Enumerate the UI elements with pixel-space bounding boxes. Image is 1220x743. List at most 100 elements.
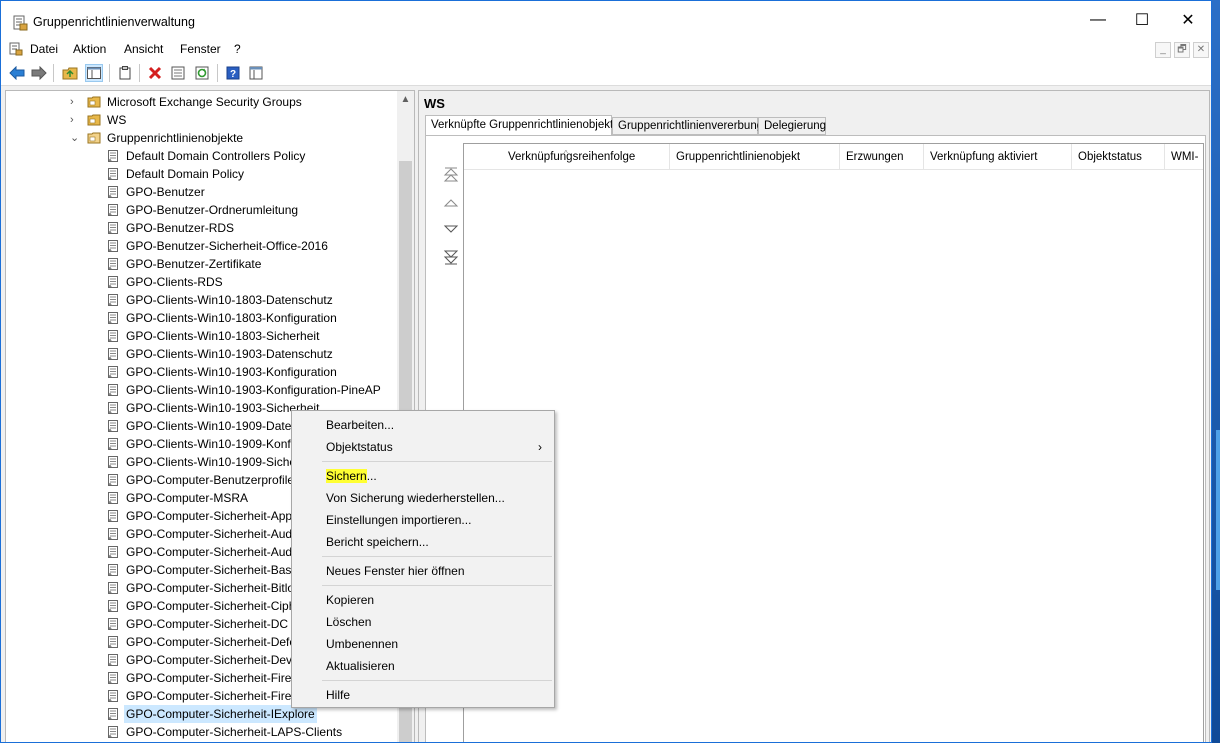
show-hide-tree-button[interactable]	[85, 64, 103, 82]
menu-aktion[interactable]: Aktion	[73, 42, 106, 56]
menu-item-object-status[interactable]: Objektstatus ›	[294, 436, 552, 458]
tree-node-gpo[interactable]: GPO-Clients-Win10-1903-Konfiguration-Pin…	[104, 381, 394, 399]
tab-inheritance[interactable]: Gruppenrichtlinienvererbung	[612, 117, 763, 135]
menu-item-label: Hilfe	[326, 688, 351, 702]
properties-button[interactable]	[169, 64, 187, 82]
tree-node-folder[interactable]: ⌄ Gruppenrichtlinienobjekte	[70, 129, 390, 147]
tree-node-label: Gruppenrichtlinienobjekte	[107, 131, 244, 145]
tree-node-gpo[interactable]: GPO-Benutzer-RDS	[104, 219, 394, 237]
menu-item-backup[interactable]: Sichern...	[294, 465, 552, 487]
tree-node-label: WS	[107, 113, 127, 127]
console-menu-icon[interactable]	[9, 42, 23, 56]
gpo-document-icon	[106, 455, 120, 469]
forward-button[interactable]	[30, 64, 48, 82]
column-object-status[interactable]: Objektstatus	[1072, 144, 1165, 170]
gpo-document-icon	[106, 527, 120, 541]
delete-button[interactable]	[146, 64, 164, 82]
up-folder-button[interactable]	[61, 64, 79, 82]
scroll-up-icon[interactable]: ▲	[397, 91, 414, 108]
menu-item-help[interactable]: Hilfe	[294, 684, 552, 706]
svg-text:?: ?	[230, 69, 236, 80]
chevron-right-icon[interactable]: ›	[70, 93, 82, 111]
menu-item-edit[interactable]: Bearbeiten...	[294, 414, 552, 436]
tree-node-gpo[interactable]: GPO-Clients-RDS	[104, 273, 394, 291]
menu-separator	[322, 680, 552, 681]
gpo-document-icon	[106, 221, 120, 235]
clipboard-button[interactable]	[116, 64, 134, 82]
menu-datei[interactable]: Datei	[30, 42, 58, 56]
linked-gpo-list[interactable]: ^ Verknüpfungsreihenfolge Gruppenrichtli…	[463, 143, 1204, 742]
back-button[interactable]	[8, 64, 26, 82]
column-enforced[interactable]: Erzwungen	[840, 144, 924, 170]
refresh-icon	[195, 66, 209, 80]
menu-item-copy[interactable]: Kopieren	[294, 589, 552, 611]
console-view-button[interactable]	[247, 64, 265, 82]
column-label: Gruppenrichtlinienobjekt	[676, 151, 801, 163]
delete-icon	[148, 66, 162, 80]
move-down-button[interactable]	[442, 220, 460, 238]
tree-node-gpo[interactable]: GPO-Clients-Win10-1803-Datenschutz	[104, 291, 394, 309]
gpo-document-icon	[106, 473, 120, 487]
tree-node-gpo[interactable]: GPO-Benutzer	[104, 183, 394, 201]
tree-node-label: GPO-Benutzer-RDS	[126, 221, 235, 235]
tree-node-label: GPO-Clients-Win10-1909-Daten	[126, 419, 299, 433]
mdi-close-button[interactable]: ✕	[1193, 42, 1209, 58]
close-button[interactable]: ✕	[1165, 1, 1211, 39]
gpo-document-icon	[106, 599, 120, 613]
menu-item-import[interactable]: Einstellungen importieren...	[294, 509, 552, 531]
tree-node-label: GPO-Computer-Sicherheit-Basi	[126, 563, 295, 577]
maximize-button[interactable]: ☐	[1119, 1, 1165, 39]
chevron-right-icon[interactable]: ›	[70, 111, 82, 129]
tree-node-folder[interactable]: › WS	[70, 111, 390, 129]
column-wmi[interactable]: WMI-	[1165, 144, 1203, 170]
tree-node-label: GPO-Computer-Sicherheit-Aud	[126, 545, 293, 559]
tree-node-label: GPO-Computer-Sicherheit-Ciph	[126, 599, 296, 613]
tree-node-gpo[interactable]: GPO-Clients-Win10-1803-Sicherheit	[104, 327, 394, 345]
tree-node-gpo[interactable]: GPO-Clients-Win10-1903-Datenschutz	[104, 345, 394, 363]
gpo-document-icon	[106, 545, 120, 559]
tree-node-label: GPO-Computer-Sicherheit-LAPS-Clients	[126, 725, 343, 739]
toolbar-separator	[139, 64, 140, 82]
move-top-icon	[443, 167, 459, 182]
tree-node-gpo[interactable]: Default Domain Controllers Policy	[104, 147, 394, 165]
tree-node-gpo[interactable]: GPO-Computer-Sicherheit-LAPS-Clients	[104, 723, 394, 741]
tab-delegation[interactable]: Delegierung	[758, 117, 826, 135]
menu-item-delete[interactable]: Löschen	[294, 611, 552, 633]
move-to-top-button[interactable]	[442, 166, 460, 184]
gpo-document-icon	[106, 491, 120, 505]
tree-node-label: GPO-Clients-Win10-1803-Datenschutz	[126, 293, 333, 307]
help-button[interactable]: ?	[224, 64, 242, 82]
tree-node-gpo[interactable]: GPO-Benutzer-Zertifikate	[104, 255, 394, 273]
move-up-button[interactable]	[442, 194, 460, 212]
tree-node-label: GPO-Clients-Win10-1909-Siche	[126, 455, 297, 469]
tree-node-gpo[interactable]: GPO-Benutzer-Sicherheit-Office-2016	[104, 237, 394, 255]
column-link-order[interactable]: ^ Verknüpfungsreihenfolge	[464, 144, 670, 170]
tab-linked-gpos[interactable]: Verknüpfte Gruppenrichtlinienobjekte	[425, 115, 620, 136]
column-link-enabled[interactable]: Verknüpfung aktiviert	[924, 144, 1072, 170]
gpo-document-icon	[106, 419, 120, 433]
menu-item-save-report[interactable]: Bericht speichern...	[294, 531, 552, 553]
menu-item-restore[interactable]: Von Sicherung wiederherstellen...	[294, 487, 552, 509]
menu-item-refresh[interactable]: Aktualisieren	[294, 655, 552, 677]
tree-node-label: GPO-Clients-Win10-1803-Konfiguration	[126, 311, 337, 325]
tree-node-gpo[interactable]: GPO-Benutzer-Ordnerumleitung	[104, 201, 394, 219]
menu-item-new-window[interactable]: Neues Fenster hier öffnen	[294, 560, 552, 582]
tree-node-gpo[interactable]: GPO-Clients-Win10-1803-Konfiguration	[104, 309, 394, 327]
menu-item-label: Kopieren	[326, 593, 375, 607]
column-gpo[interactable]: Gruppenrichtlinienobjekt	[670, 144, 840, 170]
tree-node-folder[interactable]: › Microsoft Exchange Security Groups	[70, 93, 390, 111]
menu-help[interactable]: ?	[234, 42, 241, 56]
chevron-down-icon[interactable]: ⌄	[70, 129, 82, 147]
menu-fenster[interactable]: Fenster	[180, 42, 221, 56]
menu-ansicht[interactable]: Ansicht	[124, 42, 163, 56]
move-to-bottom-button[interactable]	[442, 248, 460, 266]
tree-node-gpo[interactable]: Default Domain Policy	[104, 165, 394, 183]
menu-bar: Datei Aktion Ansicht Fenster ? _ 🗗 ✕	[1, 39, 1211, 60]
menu-item-rename[interactable]: Umbenennen	[294, 633, 552, 655]
menu-item-label: Bearbeiten...	[326, 418, 395, 432]
mdi-restore-button[interactable]: 🗗	[1174, 42, 1190, 58]
refresh-button[interactable]	[193, 64, 211, 82]
minimize-button[interactable]: —	[1075, 1, 1121, 39]
mdi-minimize-button[interactable]: _	[1155, 42, 1171, 58]
tree-node-gpo[interactable]: GPO-Clients-Win10-1903-Konfiguration	[104, 363, 394, 381]
